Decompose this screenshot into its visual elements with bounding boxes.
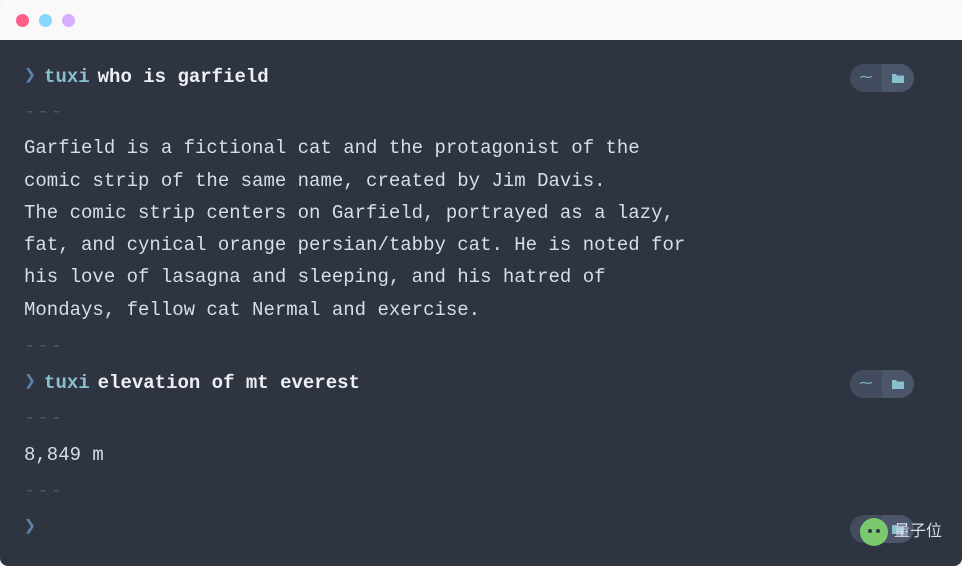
output-separator-close: --- — [24, 330, 938, 362]
minimize-button[interactable] — [39, 14, 52, 27]
output-separator-close: --- — [24, 475, 938, 507]
prompt-chevron-icon: ❯ — [24, 60, 36, 94]
maximize-button[interactable] — [62, 14, 75, 27]
watermark-text: 量子位 — [894, 518, 942, 545]
output-separator: --- — [24, 96, 938, 128]
command-args: who is garfield — [98, 61, 269, 93]
prompt-line[interactable]: ❯ — [24, 511, 938, 545]
prompt-line: ❯ tuxi elevation of mt everest — [24, 366, 938, 400]
command-name: tuxi — [44, 61, 90, 93]
command-block-1: ⁓ ❯ tuxi who is garfield --- Garfield is… — [24, 60, 938, 362]
command-args: elevation of mt everest — [98, 367, 360, 399]
watermark: 量子位 — [860, 518, 942, 546]
command-output: Garfield is a fictional cat and the prot… — [24, 132, 938, 326]
close-button[interactable] — [16, 14, 29, 27]
command-name: tuxi — [44, 367, 90, 399]
terminal-window: ⁓ ❯ tuxi who is garfield --- Garfield is… — [0, 0, 962, 566]
output-separator: --- — [24, 402, 938, 434]
window-titlebar — [0, 0, 962, 40]
terminal-body[interactable]: ⁓ ❯ tuxi who is garfield --- Garfield is… — [0, 40, 962, 566]
command-output: 8,849 m — [24, 439, 938, 471]
command-block-3: ⁓ ❯ — [24, 511, 938, 545]
command-block-2: ⁓ ❯ tuxi elevation of mt everest --- 8,8… — [24, 366, 938, 507]
prompt-chevron-icon: ❯ — [24, 511, 36, 545]
prompt-line: ❯ tuxi who is garfield — [24, 60, 938, 94]
watermark-logo-icon — [860, 518, 888, 546]
prompt-chevron-icon: ❯ — [24, 366, 36, 400]
